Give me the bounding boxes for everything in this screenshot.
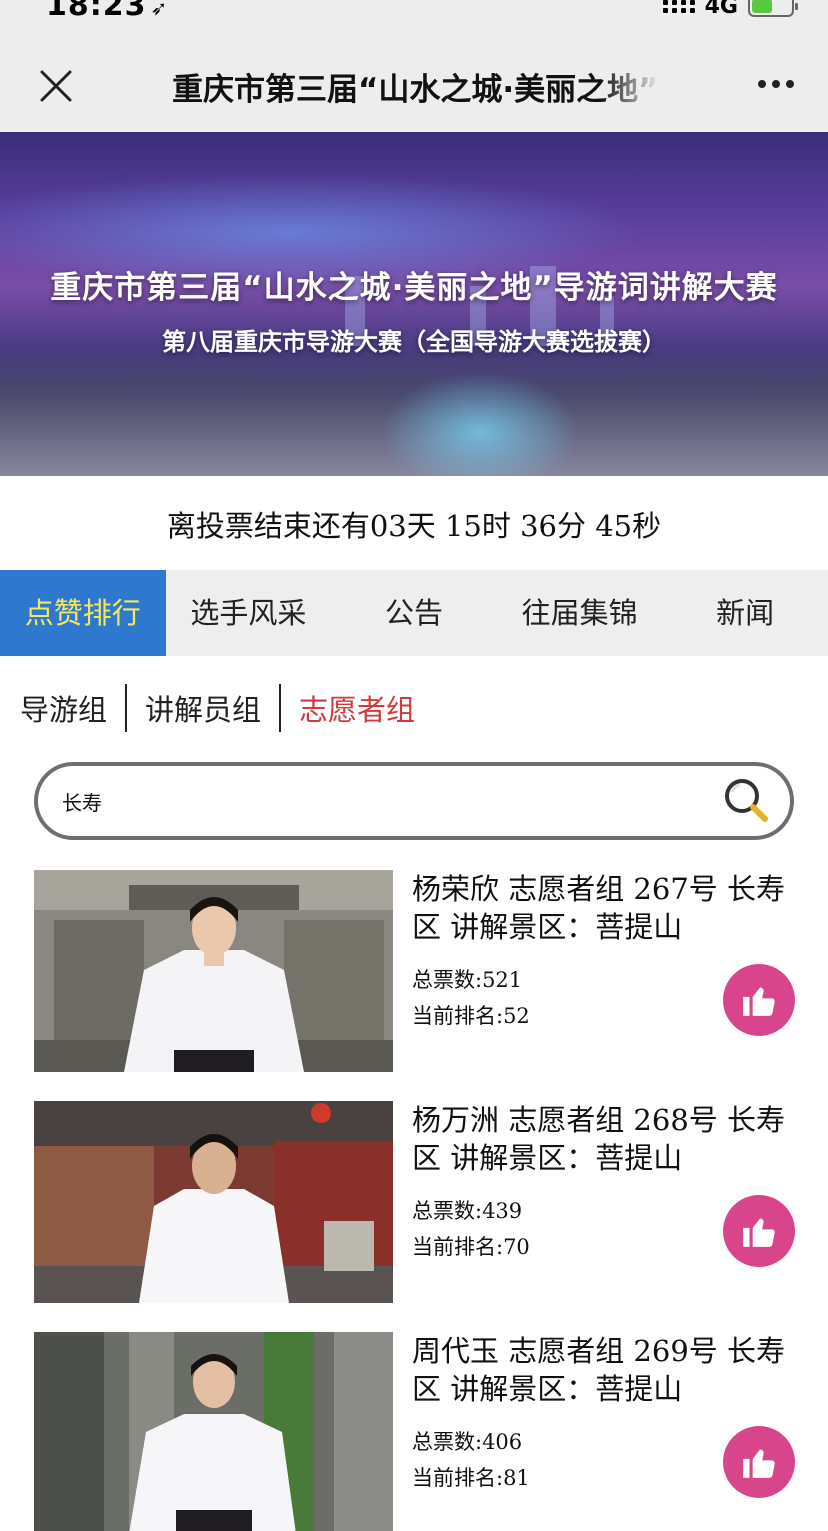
contestant-photo[interactable] xyxy=(34,1332,393,1531)
contestant-card: 周代玉 志愿者组 269号 长寿区 讲解景区：菩提山 总票数:406 当前排名:… xyxy=(34,1332,795,1531)
contestant-rank: 当前排名:81 xyxy=(412,1466,530,1490)
location-arrow-icon: ➶ xyxy=(150,0,169,20)
contestant-card: 杨荣欣 志愿者组 267号 长寿区 讲解景区：菩提山 总票数:521 当前排名:… xyxy=(34,870,795,1072)
group-volunteer[interactable]: 志愿者组 xyxy=(299,687,433,729)
tab-contestant-showcase[interactable]: 选手风采 xyxy=(166,570,332,656)
event-banner: 重庆市第三届“山水之城·美丽之地”导游词讲解大赛 第八届重庆市导游大赛（全国导游… xyxy=(0,132,828,476)
tab-past-highlights[interactable]: 往届集锦 xyxy=(497,570,663,656)
search-icon[interactable] xyxy=(722,776,772,826)
signal-icon xyxy=(662,0,695,13)
contestant-votes: 总票数:439 xyxy=(412,1199,523,1223)
group-docent[interactable]: 讲解员组 xyxy=(145,687,279,729)
close-icon[interactable] xyxy=(38,68,74,104)
like-button[interactable] xyxy=(723,1195,795,1267)
battery-icon xyxy=(748,0,798,17)
group-tour-guide[interactable]: 导游组 xyxy=(20,687,125,729)
search-input[interactable] xyxy=(62,780,702,822)
contestant-title: 杨荣欣 志愿者组 267号 长寿区 讲解景区：菩提山 xyxy=(412,872,786,944)
contestant-rank: 当前排名:52 xyxy=(412,1004,530,1028)
contestant-photo[interactable] xyxy=(34,870,393,1072)
tab-like-ranking[interactable]: 点赞排行 xyxy=(0,570,166,656)
group-divider xyxy=(279,684,282,732)
like-button[interactable] xyxy=(723,964,795,1036)
contestant-votes: 总票数:406 xyxy=(412,1430,523,1454)
like-button[interactable] xyxy=(723,1426,795,1498)
status-time-text: 18:23 xyxy=(46,0,147,23)
tab-announcements[interactable]: 公告 xyxy=(331,570,497,656)
contestant-photo[interactable] xyxy=(34,1101,393,1303)
status-time: 18:23 ➶ xyxy=(46,0,168,23)
contestant-votes: 总票数:521 xyxy=(412,968,523,992)
contestant-rank: 当前排名:70 xyxy=(412,1235,530,1259)
thumbs-up-icon xyxy=(743,987,775,1016)
contestant-card: 杨万洲 志愿者组 268号 长寿区 讲解景区：菩提山 总票数:439 当前排名:… xyxy=(34,1101,795,1303)
more-icon[interactable] xyxy=(758,80,794,88)
banner-subtitle: 第八届重庆市导游大赛（全国导游大赛选拔赛） xyxy=(162,328,666,356)
group-divider xyxy=(125,684,128,732)
status-bar: 18:23 ➶ 4G xyxy=(0,0,828,40)
contestant-title: 周代玉 志愿者组 269号 长寿区 讲解景区：菩提山 xyxy=(412,1334,786,1406)
page-title: 重庆市第三届“山水之城·美丽之地”导游词讲解大赛 xyxy=(172,64,660,110)
banner-title: 重庆市第三届“山水之城·美丽之地”导游词讲解大赛 xyxy=(50,270,778,306)
network-type: 4G xyxy=(704,0,738,19)
main-tabs: 点赞排行 选手风采 公告 往届集锦 新闻 xyxy=(0,570,828,656)
thumbs-up-icon xyxy=(743,1218,775,1247)
search-box xyxy=(34,762,794,840)
tab-news[interactable]: 新闻 xyxy=(662,570,828,656)
status-indicators: 4G xyxy=(662,0,798,20)
group-filter: 导游组 讲解员组 志愿者组 xyxy=(20,684,433,732)
contestant-title: 杨万洲 志愿者组 268号 长寿区 讲解景区：菩提山 xyxy=(412,1103,786,1175)
nav-bar: 重庆市第三届“山水之城·美丽之地”导游词讲解大赛 xyxy=(0,40,828,132)
thumbs-up-icon xyxy=(743,1449,775,1478)
vote-countdown: 离投票结束还有03天 15时 36分 45秒 xyxy=(166,509,662,543)
